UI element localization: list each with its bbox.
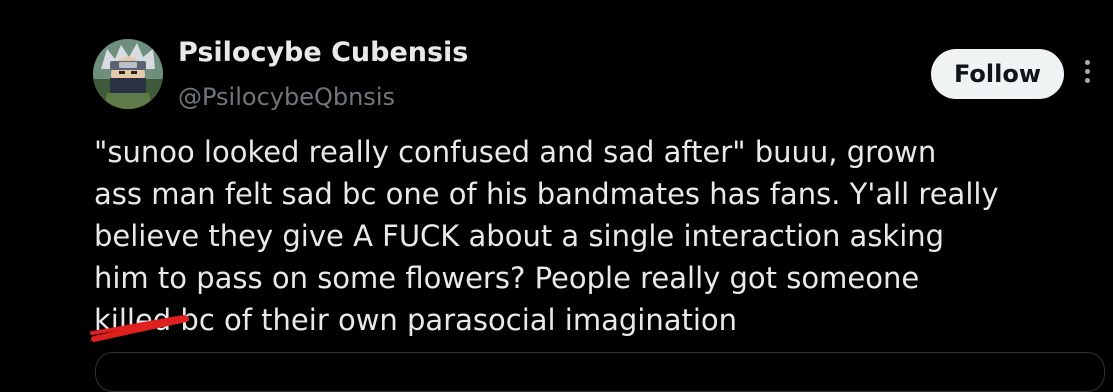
tweet-line-rest: bc of their own parasocial imagination [171, 303, 738, 337]
more-dot [1084, 69, 1090, 74]
tweet-line: killed bc of their own parasocial imagin… [90, 299, 1109, 342]
more-vertical-icon[interactable] [1080, 60, 1094, 90]
struck-word: killed [90, 299, 189, 342]
avatar[interactable] [93, 39, 163, 109]
avatar-image [93, 39, 163, 109]
tweet-line: "sunoo looked really confused and sad af… [94, 135, 937, 169]
more-dot [1084, 60, 1090, 65]
embedded-card[interactable] [95, 352, 1105, 392]
display-name[interactable]: Psilocybe Cubensis [178, 36, 468, 70]
author-block[interactable]: Psilocybe Cubensis @PsilocybeQbnsis [178, 36, 468, 112]
more-dot [1084, 78, 1090, 83]
red-scribble-strike [90, 315, 189, 342]
user-handle[interactable]: @PsilocybeQbnsis [178, 82, 468, 112]
tweet-line: believe they give A FUCK about a single … [94, 219, 945, 253]
tweet-line: ass man felt sad bc one of his bandmates… [94, 177, 999, 211]
follow-button[interactable]: Follow [931, 49, 1064, 99]
tweet-line: him to pass on some flowers? People real… [94, 261, 920, 295]
tweet-text: "sunoo looked really confused and sad af… [90, 131, 1109, 342]
